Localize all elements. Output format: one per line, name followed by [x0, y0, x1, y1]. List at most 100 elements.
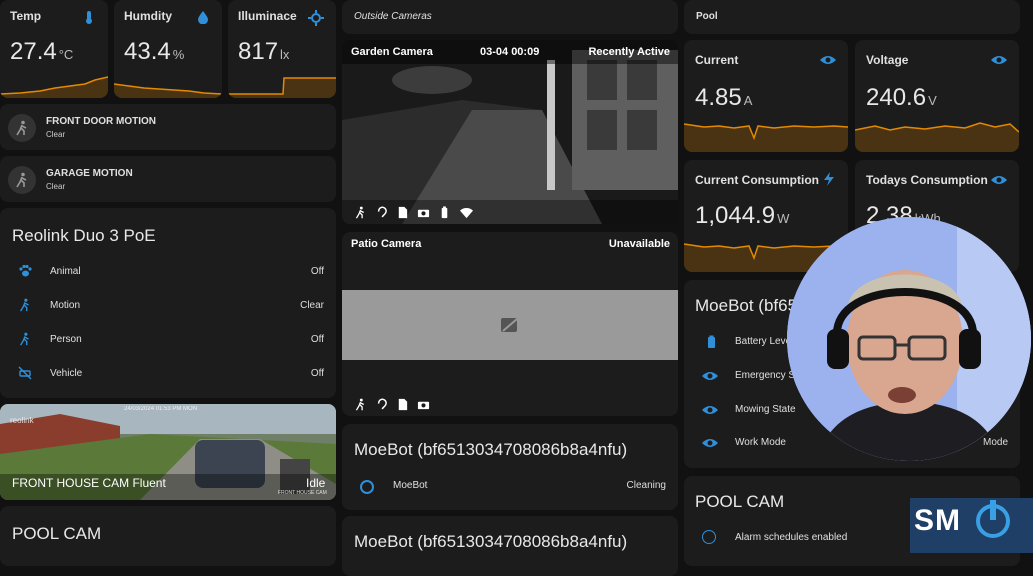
- row-label: Mowing State: [735, 404, 796, 415]
- humidity-label: Humdity: [124, 9, 172, 23]
- row-value: Mode: [982, 437, 1008, 448]
- eye-icon: [991, 176, 1007, 184]
- moebot-mid-card: MoeBot (bf6513034708086b8a4nfu) MoeBot C…: [342, 424, 678, 510]
- ear-hearing-icon[interactable]: [375, 398, 388, 411]
- eye-icon: [702, 439, 718, 447]
- garden-camera-name: Garden Camera: [351, 46, 433, 58]
- logo-text: SM: [914, 504, 961, 537]
- front-door-motion-state: Clear: [46, 130, 66, 139]
- pool-title: Pool: [696, 11, 718, 22]
- eye-icon: [702, 406, 718, 414]
- todays-label: Todays Consumption: [866, 173, 988, 187]
- walk-icon: [16, 172, 27, 188]
- pool-cam-left-title: POOL CAM: [12, 524, 102, 543]
- current-value: 4.85 A: [695, 84, 753, 111]
- consumption-value: 1,044.9 W: [695, 202, 790, 229]
- row-label: Alarm schedules enabled: [735, 532, 848, 543]
- voltage-value: 240.6 V: [866, 84, 937, 111]
- front-door-motion-tile[interactable]: FRONT DOOR MOTION Clear: [0, 104, 336, 150]
- circle-outline-icon: [702, 530, 716, 544]
- moebot-right-title: MoeBot (bf65: [695, 296, 798, 315]
- voltage-sparkline: [855, 122, 1019, 152]
- presenter-webcam-overlay: [787, 217, 1031, 461]
- logo-text-2: [1010, 504, 1018, 538]
- current-label: Current: [695, 53, 739, 67]
- battery-icon: [708, 335, 715, 348]
- current-card[interactable]: Current 4.85 A: [684, 40, 848, 152]
- patio-camera-placeholder: [342, 290, 678, 360]
- row-label: Animal: [50, 266, 81, 277]
- row-label: Work Mode: [735, 437, 786, 448]
- illuminance-sparkline: [228, 77, 336, 98]
- garden-camera-card[interactable]: Garden Camera 03-04 00:09 Recently Activ…: [342, 40, 678, 224]
- moebot-mid-title: MoeBot (bf6513034708086b8a4nfu): [354, 440, 628, 459]
- patio-camera-name: Patio Camera: [351, 238, 422, 250]
- illuminance-label: Illuminace: [238, 9, 297, 23]
- person-icon: [20, 332, 29, 346]
- pool-cam-left-card: POOL CAM: [0, 506, 336, 566]
- voltage-label: Voltage: [866, 53, 909, 67]
- patio-camera-icon-bar: [354, 398, 430, 411]
- humidity-value: 43.4%: [124, 38, 185, 65]
- channel-logo: SM: [910, 498, 1033, 553]
- thermometer-icon: [86, 11, 92, 24]
- garage-motion-tile[interactable]: GARAGE MOTION Clear: [0, 156, 336, 202]
- robot-mower-icon: [360, 480, 374, 494]
- row-label: Vehicle: [50, 368, 83, 379]
- reolink-entities-card: Reolink Duo 3 PoE Animal Off Motion Clea…: [0, 208, 336, 398]
- front-house-cam-card[interactable]: reolink 24/03/2024 01:53 PM MON FRONT HO…: [0, 404, 336, 500]
- garden-camera-icon-bar: [354, 206, 474, 219]
- voltage-card[interactable]: Voltage 240.6 V: [855, 40, 1019, 152]
- brightness-icon: [308, 10, 324, 26]
- camera-icon[interactable]: [417, 398, 430, 411]
- battery-icon[interactable]: [438, 206, 451, 219]
- camera-icon[interactable]: [417, 206, 430, 219]
- garden-camera-feed: [342, 40, 678, 224]
- motion-icon[interactable]: [354, 206, 367, 219]
- humidity-card[interactable]: Humdity 43.4%: [114, 0, 222, 98]
- ear-hearing-icon[interactable]: [375, 206, 388, 219]
- row-value: Off: [310, 368, 324, 379]
- pool-header: Pool: [684, 0, 1020, 34]
- motion-icon[interactable]: [354, 398, 367, 411]
- eye-icon: [702, 372, 718, 380]
- row-label: Person: [50, 334, 82, 345]
- file-icon[interactable]: [396, 398, 409, 411]
- outside-cameras-title: Outside Cameras: [354, 11, 432, 22]
- patio-camera-status: Unavailable: [608, 238, 670, 250]
- front-cam-brand: reolink: [10, 416, 34, 425]
- walk-icon: [16, 120, 27, 136]
- row-value: Off: [310, 266, 324, 277]
- humidity-sparkline: [114, 83, 222, 98]
- car-off-icon: [18, 366, 32, 380]
- file-icon[interactable]: [396, 206, 409, 219]
- eye-icon: [991, 56, 1007, 64]
- row-label: Motion: [50, 300, 81, 311]
- reolink-title: Reolink Duo 3 PoE: [12, 226, 156, 245]
- temp-sparkline: [0, 76, 108, 98]
- patio-camera-card[interactable]: Patio Camera Unavailable: [342, 232, 678, 416]
- front-cam-state: Idle: [306, 476, 326, 490]
- moebot-mid2-title: MoeBot (bf6513034708086b8a4nfu): [354, 532, 628, 551]
- video-off-icon: [501, 318, 518, 332]
- lightning-bolt-icon: [824, 172, 834, 186]
- front-cam-corner: FRONT HOUSE CAM: [278, 490, 327, 496]
- row-label: MoeBot: [393, 480, 428, 491]
- temp-card[interactable]: Temp 27.4 °C: [0, 0, 108, 98]
- row-label: Battery Leve: [735, 336, 792, 347]
- motion-icon: [20, 298, 29, 312]
- row-value: Clear: [300, 300, 324, 311]
- garage-motion-name: GARAGE MOTION: [46, 168, 133, 179]
- garden-camera-status: Recently Active: [588, 46, 670, 58]
- garden-camera-time: 03-04 00:09: [480, 46, 540, 58]
- illuminance-card[interactable]: Illuminace 817 lx: [228, 0, 336, 98]
- current-sparkline: [684, 123, 848, 152]
- row-label: Emergency St: [735, 370, 798, 381]
- temp-value: 27.4 °C: [10, 38, 74, 65]
- eye-icon: [820, 56, 836, 64]
- presenter-portrait: [787, 217, 1031, 461]
- wifi-icon[interactable]: [459, 206, 474, 219]
- consumption-label: Current Consumption: [695, 173, 819, 187]
- temp-label: Temp: [10, 9, 42, 23]
- row-value: Cleaning: [626, 480, 666, 491]
